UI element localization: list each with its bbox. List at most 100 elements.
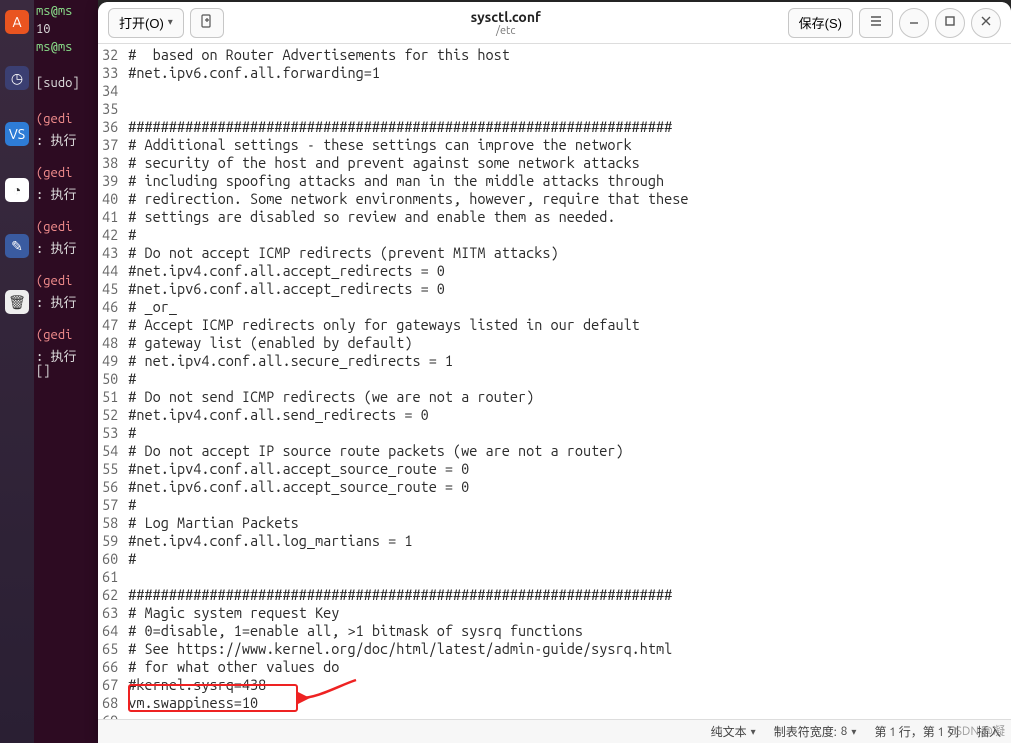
titlebar: 打开(O) ▾ sysctl.conf /etc 保存(S) (98, 2, 1011, 44)
close-icon (980, 15, 992, 30)
code-line[interactable]: # Magic system request Key (128, 604, 1007, 622)
chevron-down-icon: ▾ (851, 726, 856, 738)
line-number: 46 (102, 298, 118, 316)
line-number: 64 (102, 622, 118, 640)
code-line[interactable]: #net.ipv4.conf.all.log_martians = 1 (128, 532, 1007, 550)
code-line[interactable]: #net.ipv4.conf.all.send_redirects = 0 (128, 406, 1007, 424)
line-number: 52 (102, 406, 118, 424)
language-mode-selector[interactable]: 纯文本 ▾ (711, 723, 756, 740)
line-number: 33 (102, 64, 118, 82)
line-number: 51 (102, 388, 118, 406)
line-number: 45 (102, 280, 118, 298)
code-line[interactable]: # net.ipv4.conf.all.secure_redirects = 1 (128, 352, 1007, 370)
line-number: 55 (102, 460, 118, 478)
line-number: 62 (102, 586, 118, 604)
code-line[interactable]: # including spoofing attacks and man in … (128, 172, 1007, 190)
status-bar: 纯文本 ▾ 制表符宽度: 8 ▾ 第 1 行，第 1 列 插入 (98, 719, 1011, 743)
tab-width-label: 制表符宽度: (774, 723, 837, 740)
code-line[interactable]: #net.ipv6.conf.all.accept_source_route =… (128, 478, 1007, 496)
gedit-window: 打开(O) ▾ sysctl.conf /etc 保存(S) (98, 2, 1011, 743)
launcher-dock: A ◷ VS ◔ ✎ 🗑 (0, 0, 34, 743)
line-number-gutter: 3233343536373839404142434445464748495051… (98, 44, 124, 719)
code-line[interactable]: ########################################… (128, 586, 1007, 604)
code-line[interactable]: # Additional settings - these settings c… (128, 136, 1007, 154)
code-line[interactable]: # gateway list (enabled by default) (128, 334, 1007, 352)
line-number: 57 (102, 496, 118, 514)
code-line[interactable] (128, 712, 1007, 719)
open-button[interactable]: 打开(O) ▾ (108, 8, 184, 38)
line-number: 35 (102, 100, 118, 118)
code-line[interactable] (128, 82, 1007, 100)
window-title: sysctl.conf (232, 9, 780, 25)
line-number: 69 (102, 712, 118, 719)
code-line[interactable]: # security of the host and prevent again… (128, 154, 1007, 172)
line-number: 50 (102, 370, 118, 388)
chrome-icon[interactable]: ◔ (5, 178, 29, 202)
code-line[interactable]: #net.ipv6.conf.all.accept_redirects = 0 (128, 280, 1007, 298)
minimize-icon (908, 15, 920, 30)
chevron-down-icon: ▾ (168, 17, 173, 28)
code-line[interactable]: #kernel.sysrq=438 (128, 676, 1007, 694)
line-number: 47 (102, 316, 118, 334)
line-number: 53 (102, 424, 118, 442)
code-line[interactable]: # Do not accept IP source route packets … (128, 442, 1007, 460)
line-number: 36 (102, 118, 118, 136)
vscode-icon[interactable]: VS (5, 122, 29, 146)
trash-icon[interactable]: 🗑 (5, 290, 29, 314)
code-line[interactable]: # See https://www.kernel.org/doc/html/la… (128, 640, 1007, 658)
code-line[interactable]: # for what other values do (128, 658, 1007, 676)
save-button[interactable]: 保存(S) (788, 8, 853, 38)
line-number: 37 (102, 136, 118, 154)
code-line[interactable]: #net.ipv4.conf.all.accept_redirects = 0 (128, 262, 1007, 280)
line-number: 66 (102, 658, 118, 676)
code-line[interactable] (128, 568, 1007, 586)
code-line[interactable]: # based on Router Advertisements for thi… (128, 46, 1007, 64)
line-number: 34 (102, 82, 118, 100)
line-number: 43 (102, 244, 118, 262)
new-tab-button[interactable] (190, 8, 224, 38)
code-line[interactable]: # (128, 424, 1007, 442)
ide-icon[interactable]: ◷ (5, 66, 29, 90)
code-line[interactable]: # 0=disable, 1=enable all, >1 bitmask of… (128, 622, 1007, 640)
code-line[interactable]: # (128, 496, 1007, 514)
new-document-icon (200, 14, 214, 31)
code-line[interactable]: # (128, 370, 1007, 388)
code-line[interactable]: ########################################… (128, 118, 1007, 136)
line-number: 60 (102, 550, 118, 568)
code-content[interactable]: # based on Router Advertisements for thi… (124, 44, 1011, 719)
language-mode-label: 纯文本 (711, 723, 747, 740)
line-number: 42 (102, 226, 118, 244)
text-editor-area[interactable]: 3233343536373839404142434445464748495051… (98, 44, 1011, 719)
chevron-down-icon: ▾ (751, 726, 756, 738)
tab-width-selector[interactable]: 制表符宽度: 8 ▾ (774, 723, 857, 740)
maximize-button[interactable] (935, 8, 965, 38)
code-line[interactable]: #net.ipv4.conf.all.accept_source_route =… (128, 460, 1007, 478)
line-number: 44 (102, 262, 118, 280)
code-line[interactable]: vm.swappiness=10 (128, 694, 1007, 712)
code-line[interactable]: # (128, 226, 1007, 244)
hamburger-menu-button[interactable] (859, 8, 893, 38)
close-button[interactable] (971, 8, 1001, 38)
store-icon[interactable]: A (5, 10, 29, 34)
line-number: 48 (102, 334, 118, 352)
code-line[interactable]: # Log Martian Packets (128, 514, 1007, 532)
code-line[interactable]: # settings are disabled so review and en… (128, 208, 1007, 226)
minimize-button[interactable] (899, 8, 929, 38)
line-number: 49 (102, 352, 118, 370)
line-number: 67 (102, 676, 118, 694)
window-subtitle: /etc (232, 25, 780, 37)
code-line[interactable]: #net.ipv6.conf.all.forwarding=1 (128, 64, 1007, 82)
gedit-icon[interactable]: ✎ (5, 234, 29, 258)
code-line[interactable]: # (128, 550, 1007, 568)
cursor-position: 第 1 行，第 1 列 (874, 723, 959, 740)
code-line[interactable]: # Do not accept ICMP redirects (prevent … (128, 244, 1007, 262)
code-line[interactable]: # redirection. Some network environments… (128, 190, 1007, 208)
line-number: 58 (102, 514, 118, 532)
code-line[interactable]: # Accept ICMP redirects only for gateway… (128, 316, 1007, 334)
code-line[interactable]: # _or_ (128, 298, 1007, 316)
code-line[interactable] (128, 100, 1007, 118)
save-button-label: 保存(S) (799, 13, 842, 32)
hamburger-icon (869, 14, 883, 31)
code-line[interactable]: # Do not send ICMP redirects (we are not… (128, 388, 1007, 406)
terminal-background: ms@ms10ms@ms[sudo](gedi: 执行(gedi: 执行(ged… (34, 0, 98, 743)
